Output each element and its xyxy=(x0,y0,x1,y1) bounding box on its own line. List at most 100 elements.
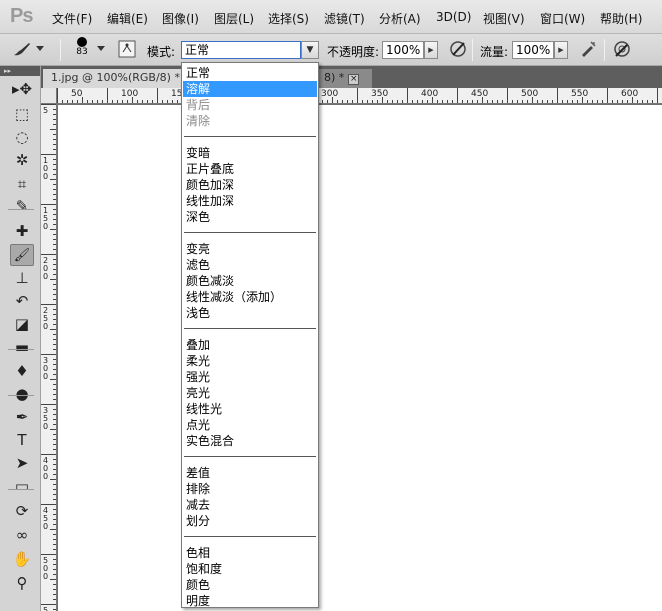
brush-preset-dropdown-icon[interactable] xyxy=(34,39,46,59)
path-selection-tool-icon[interactable]: ➤ xyxy=(10,452,34,474)
blend-mode-option[interactable]: 减去 xyxy=(183,497,317,513)
menu-view[interactable]: 视图(V) xyxy=(483,10,525,27)
shape-tool-icon[interactable]: ▭ xyxy=(10,475,34,497)
spot-healing-tool-icon[interactable]: ✚ xyxy=(10,220,34,242)
blend-mode-option[interactable]: 明度 xyxy=(183,593,317,609)
brush-size-dropdown-icon[interactable] xyxy=(95,39,107,59)
blend-mode-option[interactable]: 饱和度 xyxy=(183,561,317,577)
blend-mode-dropdown-list: 正常 溶解 背后 清除 变暗 正片叠底 颜色加深 线性加深 深色 变亮 滤色 颜色减淡 线性减淡（添加）… xyxy=(181,62,319,608)
menu-analysis[interactable]: 分析(A) xyxy=(379,10,421,27)
menu-edit[interactable]: 编辑(E) xyxy=(107,10,148,27)
blend-mode-option[interactable]: 划分 xyxy=(183,513,317,529)
blend-mode-option[interactable]: 线性减淡（添加） xyxy=(183,289,317,305)
blend-mode-option[interactable]: 叠加 xyxy=(183,337,317,353)
eraser-tool-icon[interactable]: ◪ xyxy=(10,313,34,335)
blend-mode-option[interactable]: 亮光 xyxy=(183,385,317,401)
menu-filter[interactable]: 滤镜(T) xyxy=(324,10,365,27)
image-canvas[interactable] xyxy=(58,105,662,611)
opacity-input[interactable]: 100% xyxy=(382,41,424,59)
brush-size-value: 83 xyxy=(76,47,88,57)
blend-mode-option[interactable]: 变暗 xyxy=(183,145,317,161)
blend-mode-option[interactable]: 溶解 xyxy=(183,81,317,97)
brush-size-picker[interactable]: 83 xyxy=(72,37,92,57)
vertical-ruler[interactable]: 5 1 0 0 1 5 0 2 0 0 2 5 0 3 0 0 3 5 0 4 0 0 4 5 … xyxy=(41,104,57,611)
magic-wand-tool-icon[interactable]: ✲ xyxy=(10,149,34,171)
tool-group-separator xyxy=(8,209,34,210)
blend-mode-option[interactable]: 正常 xyxy=(183,65,317,81)
eyedropper-tool-icon[interactable]: ✎ xyxy=(10,195,34,217)
blend-mode-separator xyxy=(184,456,316,457)
dodge-tool-icon[interactable]: ● xyxy=(10,383,34,405)
flow-slider-arrow-icon[interactable]: ▶ xyxy=(554,41,568,59)
menu-window[interactable]: 窗口(W) xyxy=(540,10,585,27)
ruler-label: 350 xyxy=(371,89,389,99)
document-tab[interactable]: 1.jpg @ 100%(RGB/8) * xyxy=(43,69,193,88)
opacity-pressure-icon[interactable] xyxy=(448,39,468,59)
ruler-label: 4 0 0 xyxy=(43,456,49,481)
document-area: 1.jpg @ 100%(RGB/8) * 8) * × 50 100 15 300 35… xyxy=(41,66,662,611)
ruler-origin[interactable] xyxy=(41,88,57,104)
ruler-label: 2 5 0 xyxy=(43,306,49,331)
toolbar-separator xyxy=(60,39,61,61)
blend-mode-option[interactable]: 柔光 xyxy=(183,353,317,369)
menu-select[interactable]: 选择(S) xyxy=(268,10,309,27)
marquee-tool-icon[interactable]: ⬚ xyxy=(10,103,34,125)
brush-panel-toggle-icon[interactable] xyxy=(117,39,137,59)
tools-panel: ▸▸ ▸✥ ⬚ ◌ ✲ ⌗ ✎ ✚ 🖌 ⊥ ↶ ◪ ▬ ♦ ● ✒ T ➤ ▭ ⟳ ∞ ✋ ⚲ xyxy=(0,66,41,611)
crop-tool-icon[interactable]: ⌗ xyxy=(10,173,34,195)
blend-mode-option[interactable]: 深色 xyxy=(183,209,317,225)
blend-mode-option[interactable]: 线性加深 xyxy=(183,193,317,209)
menu-3d[interactable]: 3D(D) xyxy=(436,10,471,24)
opacity-slider-arrow-icon[interactable]: ▶ xyxy=(424,41,438,59)
document-tab-secondary[interactable]: 8) * × xyxy=(316,69,372,88)
menu-file[interactable]: 文件(F) xyxy=(52,10,92,27)
3d-orbit-tool-icon[interactable]: ∞ xyxy=(10,524,34,546)
blend-mode-option[interactable]: 颜色 xyxy=(183,577,317,593)
airbrush-icon[interactable] xyxy=(578,39,598,59)
menu-image[interactable]: 图像(I) xyxy=(162,10,199,27)
blur-tool-icon[interactable]: ♦ xyxy=(10,360,34,382)
blend-mode-option[interactable]: 色相 xyxy=(183,545,317,561)
lasso-tool-icon[interactable]: ◌ xyxy=(10,126,34,148)
blend-mode-separator xyxy=(184,232,316,233)
gradient-tool-icon[interactable]: ▬ xyxy=(10,336,34,358)
mode-select[interactable]: 正常 xyxy=(181,41,301,59)
3d-rotate-tool-icon[interactable]: ⟳ xyxy=(10,500,34,522)
blend-mode-option[interactable]: 变亮 xyxy=(183,241,317,257)
pen-tool-icon[interactable]: ✒ xyxy=(10,406,34,428)
move-tool-icon[interactable]: ▸✥ xyxy=(10,78,34,100)
tools-panel-collapse-icon[interactable]: ▸▸ xyxy=(0,66,40,76)
blend-mode-option[interactable]: 差值 xyxy=(183,465,317,481)
blend-mode-separator xyxy=(184,136,316,137)
ruler-label: 2 0 0 xyxy=(43,256,49,281)
horizontal-ruler[interactable]: 50 100 15 300 350 400 450 500 550 600 xyxy=(57,88,662,104)
size-pressure-icon[interactable] xyxy=(612,39,632,59)
tool-group-separator xyxy=(8,395,34,396)
flow-input[interactable]: 100% xyxy=(512,41,554,59)
hand-tool-icon[interactable]: ✋ xyxy=(10,548,34,570)
blend-mode-option[interactable]: 线性光 xyxy=(183,401,317,417)
mode-dropdown-arrow-icon[interactable]: ▼ xyxy=(301,41,319,59)
blend-mode-option[interactable]: 实色混合 xyxy=(183,433,317,449)
blend-mode-option[interactable]: 点光 xyxy=(183,417,317,433)
close-tab-icon[interactable]: × xyxy=(348,74,360,85)
brush-preset-icon[interactable] xyxy=(12,39,32,59)
toolbar-separator xyxy=(472,39,473,61)
blend-mode-option[interactable]: 颜色减淡 xyxy=(183,273,317,289)
flow-label: 流量: xyxy=(480,45,509,59)
blend-mode-separator xyxy=(184,536,316,537)
clone-stamp-tool-icon[interactable]: ⊥ xyxy=(10,267,34,289)
blend-mode-option[interactable]: 浅色 xyxy=(183,305,317,321)
menu-layer[interactable]: 图层(L) xyxy=(214,10,254,27)
brush-tool-icon[interactable]: 🖌 xyxy=(10,244,34,266)
blend-mode-option[interactable]: 滤色 xyxy=(183,257,317,273)
zoom-tool-icon[interactable]: ⚲ xyxy=(10,572,34,594)
blend-mode-option[interactable]: 排除 xyxy=(183,481,317,497)
blend-mode-option[interactable]: 颜色加深 xyxy=(183,177,317,193)
menu-help[interactable]: 帮助(H) xyxy=(600,10,642,27)
blend-mode-option[interactable]: 强光 xyxy=(183,369,317,385)
history-brush-tool-icon[interactable]: ↶ xyxy=(10,290,34,312)
type-tool-icon[interactable]: T xyxy=(10,429,34,451)
blend-mode-option[interactable]: 正片叠底 xyxy=(183,161,317,177)
blend-mode-option: 清除 xyxy=(186,114,211,128)
